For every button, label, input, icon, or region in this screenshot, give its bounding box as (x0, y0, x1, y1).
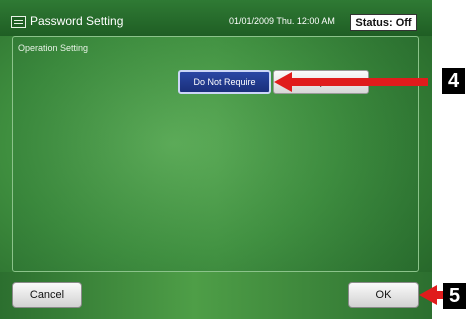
menu-icon (11, 16, 26, 28)
callout-4-badge: 4 (442, 68, 465, 94)
cancel-button[interactable]: Cancel (12, 282, 82, 308)
status-badge: Status: Off (350, 14, 417, 31)
device-screen: Password Setting 01/01/2009 Thu. 12:00 A… (0, 0, 432, 319)
page-title: Password Setting (30, 14, 124, 28)
title-bar: Password Setting 01/01/2009 Thu. 12:00 A… (0, 0, 432, 36)
date-time: 01/01/2009 Thu. 12:00 AM (229, 16, 335, 26)
section-label: Operation Setting (18, 43, 89, 53)
ok-button[interactable]: OK (348, 282, 419, 308)
callout-5-badge: 5 (443, 283, 466, 309)
do-not-require-button[interactable]: Do Not Require (178, 70, 271, 94)
